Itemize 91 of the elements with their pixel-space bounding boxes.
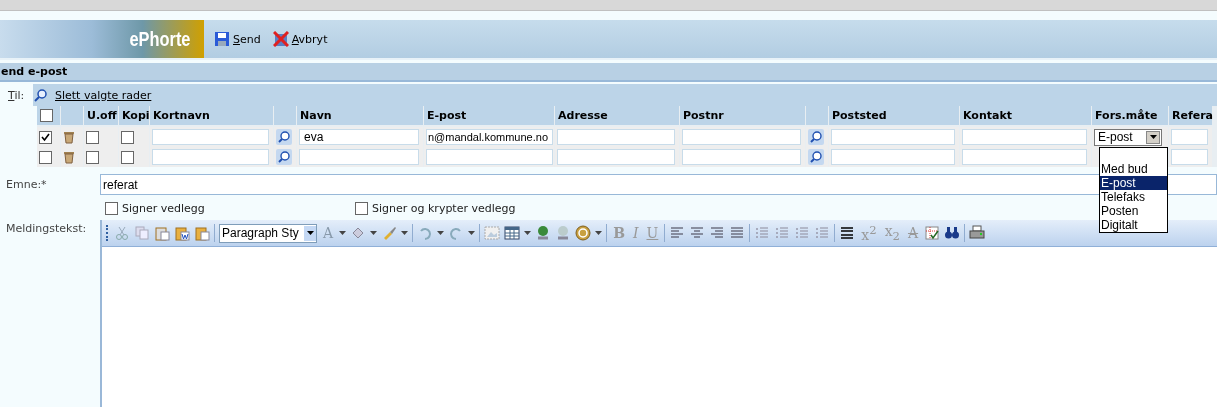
caret-icon[interactable] (595, 231, 603, 235)
option-checkbox[interactable] (355, 201, 368, 215)
column-header (806, 106, 828, 125)
caret-icon[interactable] (524, 231, 532, 235)
postcode-field[interactable] (682, 129, 801, 145)
delete-rows-link[interactable]: Slett valgte rader (55, 88, 152, 102)
u-off-checkbox[interactable] (86, 150, 99, 164)
row-checkbox[interactable] (39, 150, 52, 164)
city-field[interactable] (831, 149, 955, 165)
option-checkbox[interactable] (105, 201, 118, 215)
dropdown-option[interactable]: Med bud (1100, 162, 1167, 176)
caret-icon[interactable] (468, 231, 476, 235)
name-field[interactable]: eva (299, 129, 419, 145)
name-field[interactable] (299, 149, 419, 165)
search-icon[interactable] (276, 129, 292, 145)
caret-icon[interactable] (401, 231, 409, 235)
trash-icon[interactable] (63, 150, 75, 164)
grip-icon (106, 225, 110, 241)
column-header: Poststed (829, 106, 959, 125)
dropdown-option[interactable]: E-post (1100, 176, 1167, 190)
reference-field[interactable] (1171, 129, 1208, 145)
contact-field[interactable] (962, 129, 1087, 145)
section-title: end e-post (0, 63, 1217, 82)
caret-icon[interactable] (339, 231, 347, 235)
city-field[interactable] (831, 129, 955, 145)
paragraph-icon[interactable] (839, 225, 856, 241)
email-field[interactable] (426, 149, 553, 165)
align-justify-icon[interactable] (729, 225, 746, 241)
copyright-icon[interactable] (575, 225, 592, 241)
caret-icon[interactable] (370, 231, 378, 235)
cut-icon[interactable] (114, 225, 130, 241)
short-name-field[interactable] (152, 129, 269, 145)
outdent-icon[interactable] (814, 225, 831, 241)
option-label: Signer vedlegg (122, 201, 205, 215)
address-field[interactable] (557, 149, 675, 165)
row-checkbox[interactable] (39, 130, 52, 144)
caret-icon[interactable] (437, 231, 445, 235)
contact-field[interactable] (962, 149, 1087, 165)
indent-icon[interactable] (794, 225, 811, 241)
column-header: Refera (1169, 106, 1212, 125)
bullet-list-icon[interactable] (774, 225, 791, 241)
spellcheck-icon[interactable] (924, 225, 941, 241)
search-icon[interactable] (34, 88, 48, 102)
numbered-list-icon[interactable] (754, 225, 771, 241)
to-label: Til: (8, 88, 26, 102)
printer-icon[interactable] (969, 225, 986, 241)
short-name-field[interactable] (152, 149, 269, 165)
search-icon[interactable] (808, 149, 824, 165)
binoculars-icon[interactable] (944, 225, 961, 241)
paste-word-icon[interactable] (174, 225, 190, 241)
address-field[interactable] (557, 129, 675, 145)
subject-label: Emne:* (5, 178, 48, 191)
paragraph-style-select[interactable]: Paragraph Sty (219, 223, 317, 243)
message-body-field[interactable] (102, 247, 1217, 407)
postcode-field[interactable] (682, 149, 801, 165)
column-header: E-post (424, 106, 554, 125)
reference-field[interactable] (1171, 149, 1208, 165)
trash-icon[interactable] (63, 130, 75, 144)
copy-checkbox[interactable] (121, 130, 134, 144)
column-header: Postnr (680, 106, 805, 125)
align-left-icon[interactable] (669, 225, 686, 241)
dropdown-option[interactable]: Posten (1100, 204, 1167, 218)
column-header: Kontakt (960, 106, 1091, 125)
caret-icon (306, 231, 314, 235)
table-icon[interactable] (504, 225, 521, 241)
delivery-select[interactable]: E-post (1094, 128, 1162, 146)
u-off-checkbox[interactable] (86, 130, 99, 144)
paste-text-icon[interactable] (194, 225, 210, 241)
align-center-icon[interactable] (689, 225, 706, 241)
column-header: Kortnavn (150, 106, 273, 125)
column-header: Navn (297, 106, 423, 125)
paste-icon[interactable] (154, 225, 170, 241)
cross-icon (272, 31, 289, 47)
copy-icon[interactable] (134, 225, 150, 241)
search-icon[interactable] (808, 129, 824, 145)
dropdown-option[interactable]: Digitalt (1100, 218, 1167, 232)
search-icon[interactable] (276, 149, 292, 165)
option-label: Signer og krypter vedlegg (372, 201, 516, 215)
caret-icon (1149, 135, 1157, 139)
email-field[interactable]: n@mandal.kommune.no (426, 129, 553, 145)
send-button[interactable]: Send (212, 31, 263, 47)
copy-checkbox[interactable] (121, 150, 134, 164)
column-header: Fors.måte (1092, 106, 1168, 125)
align-right-icon[interactable] (709, 225, 726, 241)
cancel-button[interactable]: Avbryt (270, 31, 330, 47)
column-header (274, 106, 296, 125)
select-all-checkbox[interactable] (40, 109, 53, 122)
column-header: U.off (84, 106, 118, 125)
message-label: Meldingstekst: (5, 221, 88, 235)
column-header: Kopi (119, 106, 149, 125)
column-header: Adresse (555, 106, 679, 125)
